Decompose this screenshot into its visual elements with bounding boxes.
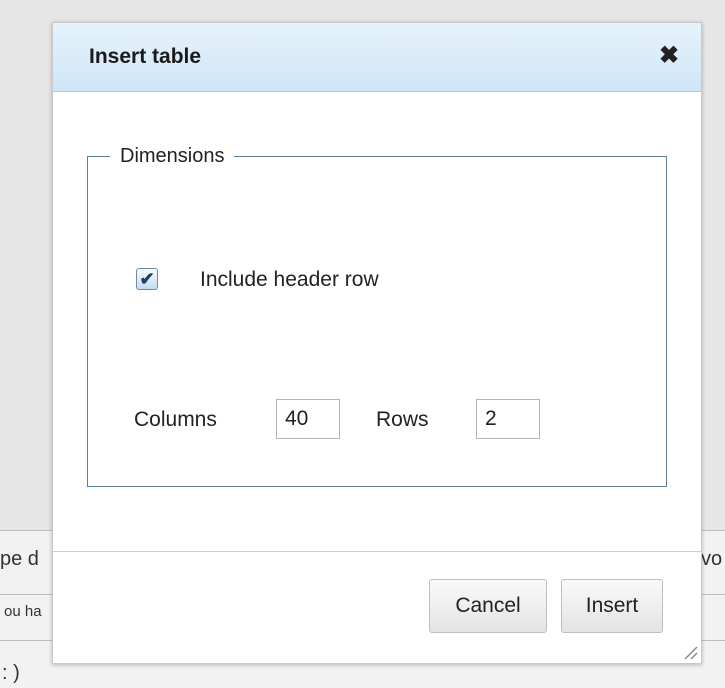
close-icon[interactable]: ✖ (655, 41, 683, 69)
rows-input[interactable] (476, 399, 540, 439)
checkmark-icon: ✔ (139, 268, 155, 289)
footer-divider (53, 551, 701, 552)
background-text: : ) (2, 662, 20, 684)
dimensions-fieldset: Dimensions ✔ Include header row Columns … (87, 145, 667, 487)
rows-label: Rows (376, 408, 429, 431)
columns-label: Columns (134, 408, 217, 431)
background-text: pe d (0, 548, 39, 570)
dialog-titlebar[interactable]: Insert table ✖ (53, 23, 701, 92)
dialog-title: Insert table (89, 45, 202, 68)
fieldset-legend: Dimensions (120, 145, 225, 167)
cancel-button[interactable]: Cancel (429, 579, 547, 633)
columns-input[interactable] (276, 399, 340, 439)
include-header-label[interactable]: Include header row (200, 268, 379, 292)
background-text: ou ha (4, 603, 42, 620)
insert-button[interactable]: Insert (561, 579, 663, 633)
insert-table-dialog: Insert table ✖ Dimensions ✔ Include head… (52, 22, 702, 664)
resize-grip-icon[interactable] (681, 643, 699, 661)
include-header-checkbox[interactable]: ✔ (136, 268, 158, 290)
background-text: vo (701, 548, 723, 570)
